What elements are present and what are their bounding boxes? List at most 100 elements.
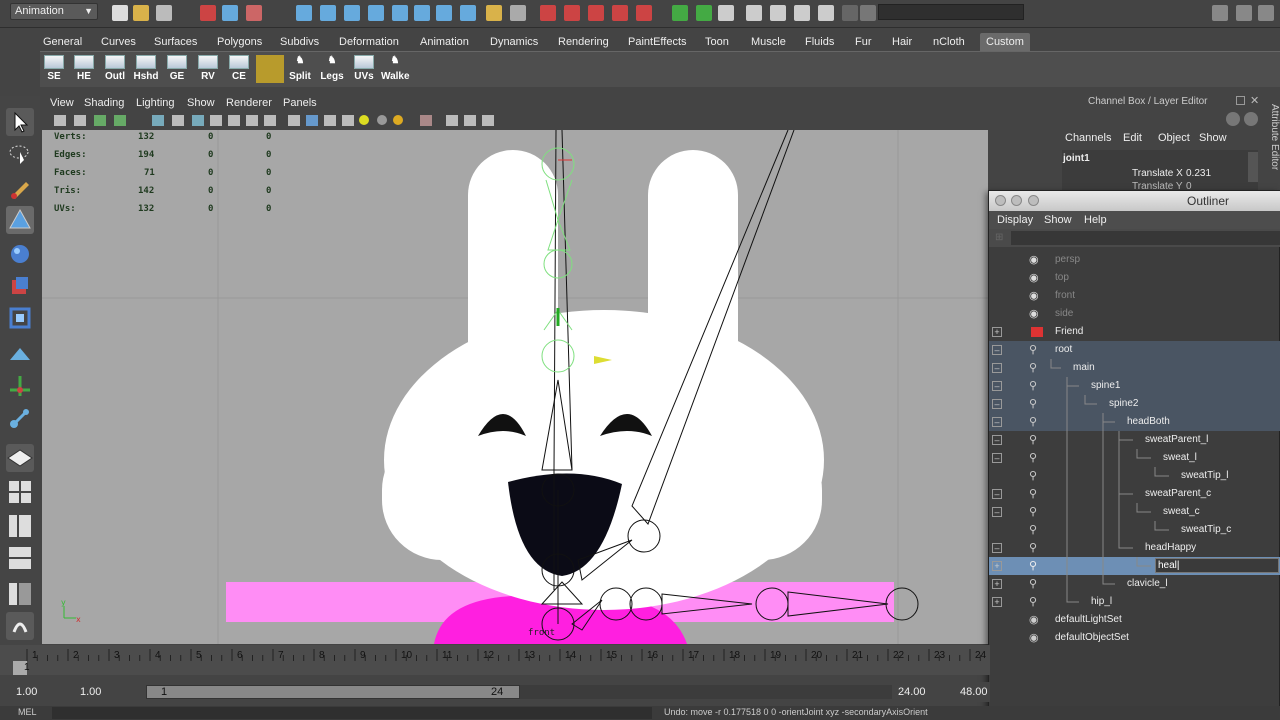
collapse-icon[interactable]: –	[992, 417, 1002, 427]
snap-icon[interactable]	[414, 5, 430, 21]
window-zoom-button[interactable]	[1028, 195, 1039, 206]
outliner-item-spine2[interactable]: – ⚲ spine2	[989, 395, 1280, 413]
tab-dynamics[interactable]: Dynamics	[490, 33, 538, 51]
tab-custom[interactable]: Custom	[980, 33, 1030, 51]
outliner-item-top[interactable]: ◉ top	[989, 269, 1280, 287]
outliner-item-headboth[interactable]: – ⚲ headBoth	[989, 413, 1280, 431]
outliner-item-hip-l[interactable]: + ⚲ hip_l	[989, 593, 1280, 611]
history-icon[interactable]	[436, 5, 452, 21]
expand-icon[interactable]: +	[992, 597, 1002, 607]
shelf-button-split[interactable]: ♞ Split	[286, 55, 314, 86]
quick-input-field[interactable]	[878, 4, 1024, 20]
collapse-icon[interactable]: –	[992, 543, 1002, 553]
animation-start-field[interactable]: 1.00	[16, 686, 37, 698]
tab-muscle[interactable]: Muscle	[751, 33, 786, 51]
mode-selector[interactable]: Animation ▼	[10, 3, 98, 20]
outliner-item-sweat-l[interactable]: – ⚲ sweat_l	[989, 449, 1280, 467]
channelbox-menu-object[interactable]: Object	[1158, 132, 1190, 144]
universal-manip-icon[interactable]	[6, 304, 34, 332]
tab-painteffects[interactable]: PaintEffects	[628, 33, 687, 51]
viewport-menu-panels[interactable]: Panels	[283, 97, 317, 109]
collapse-icon[interactable]: –	[992, 489, 1002, 499]
command-line-icon[interactable]	[860, 5, 876, 21]
outliner-item-rename[interactable]: + ⚲ heal|	[989, 557, 1280, 575]
soft-mod-icon[interactable]	[6, 340, 34, 368]
window-minimize-button[interactable]	[1011, 195, 1022, 206]
outliner-item-spine1[interactable]: – ⚲ spine1	[989, 377, 1280, 395]
filter-icon[interactable]: ⊞	[995, 232, 1003, 243]
lock-icon[interactable]	[486, 5, 502, 21]
panel-layout-icon[interactable]	[1212, 5, 1228, 21]
range-slider[interactable]: 1 24	[146, 685, 520, 699]
scene-canvas[interactable]: x y	[42, 130, 988, 644]
panel-layout3-icon[interactable]	[1258, 5, 1274, 21]
panel-layout2-icon[interactable]	[1236, 5, 1252, 21]
outliner-item-root[interactable]: – ⚲ root	[989, 341, 1280, 359]
render-icon[interactable]	[540, 5, 556, 21]
show-manip-icon[interactable]	[6, 372, 34, 400]
collapse-icon[interactable]: –	[992, 381, 1002, 391]
shelf-button-rv[interactable]: RV	[194, 55, 222, 86]
tab-ncloth[interactable]: nCloth	[933, 33, 965, 51]
snap-curve-icon[interactable]	[320, 5, 336, 21]
outliner-item-side[interactable]: ◉ side	[989, 305, 1280, 323]
outliner-item-defaultlightset[interactable]: ◉ defaultLightSet	[989, 611, 1280, 629]
outliner-item-clavicle-l[interactable]: + ⚲ clavicle_l	[989, 575, 1280, 593]
shelf-button-legs[interactable]: ♞ Legs	[318, 55, 346, 86]
outliner-item-sweatparent-l[interactable]: – ⚲ sweatParent_l	[989, 431, 1280, 449]
persp-graph-layout-icon[interactable]	[6, 544, 34, 572]
outliner-filter-field[interactable]	[1011, 231, 1280, 245]
collapse-icon[interactable]: –	[992, 345, 1002, 355]
shelf-button-se[interactable]: SE	[40, 55, 68, 86]
collapse-icon[interactable]: –	[992, 453, 1002, 463]
attribute-editor-side-tab[interactable]: Attribute Editor	[1264, 104, 1280, 184]
collapse-icon[interactable]: –	[992, 399, 1002, 409]
four-view-layout-icon[interactable]	[6, 478, 34, 506]
snap-grid-icon[interactable]	[296, 5, 312, 21]
lasso-tool-icon[interactable]	[6, 140, 34, 168]
attribute-editor-toggle-icon[interactable]	[794, 5, 810, 21]
tab-curves[interactable]: Curves	[101, 33, 136, 51]
expand-icon[interactable]: +	[992, 561, 1002, 571]
snap-surface-icon[interactable]	[392, 5, 408, 21]
single-view-layout-icon[interactable]	[6, 444, 34, 472]
outliner-item-friend[interactable]: + Friend	[989, 323, 1280, 341]
channelbox-menu-show[interactable]: Show	[1199, 132, 1227, 144]
outliner-item-defaultobjectset[interactable]: ◉ defaultObjectSet	[989, 629, 1280, 647]
tab-subdivs[interactable]: Subdivs	[280, 33, 319, 51]
collapse-icon[interactable]: –	[992, 363, 1002, 373]
save-scene-icon[interactable]	[156, 5, 172, 21]
shelf-button-hshd[interactable]: Hshd	[132, 55, 160, 86]
tab-fur[interactable]: Fur	[855, 33, 872, 51]
help-icon[interactable]	[460, 5, 476, 21]
ui-toggle-icon[interactable]	[672, 5, 688, 21]
outliner-item-front[interactable]: ◉ front	[989, 287, 1280, 305]
outliner-item-headhappy[interactable]: – ⚲ headHappy	[989, 539, 1280, 557]
select-hierarchy-icon[interactable]	[200, 5, 216, 21]
outliner-item-sweattip-l[interactable]: ⚲ sweatTip_l	[989, 467, 1280, 485]
viewport-menu-shading[interactable]: Shading	[84, 97, 124, 109]
rotate-tool-icon[interactable]	[6, 240, 34, 268]
collapse-icon[interactable]: –	[992, 507, 1002, 517]
move-tool-icon[interactable]	[6, 206, 34, 234]
render-view-icon[interactable]	[636, 5, 652, 21]
select-tool-icon[interactable]	[6, 108, 34, 136]
channelbox-menu-edit[interactable]: Edit	[1123, 132, 1142, 144]
scrollbar[interactable]	[1248, 152, 1258, 182]
tab-hair[interactable]: Hair	[892, 33, 912, 51]
command-input[interactable]	[52, 707, 652, 719]
viewport-menu-view[interactable]: View	[50, 97, 74, 109]
snap-point-icon[interactable]	[344, 5, 360, 21]
quick-select-icon[interactable]	[842, 5, 858, 21]
settings-gear-icon[interactable]	[6, 612, 34, 640]
shelf-button-uv-icon[interactable]	[256, 55, 284, 83]
tab-polygons[interactable]: Polygons	[217, 33, 262, 51]
open-scene-icon[interactable]	[133, 5, 149, 21]
select-object-icon[interactable]	[222, 5, 238, 21]
command-language-label[interactable]: MEL	[18, 707, 37, 717]
tab-surfaces[interactable]: Surfaces	[154, 33, 197, 51]
expand-icon[interactable]: +	[992, 327, 1002, 337]
viewport-front[interactable]: x y Verts: 132 0 0 Edges: 194 0 0 Faces:…	[42, 130, 988, 644]
tool-settings-toggle-icon[interactable]	[770, 5, 786, 21]
outliner-menu-show[interactable]: Show	[1044, 214, 1072, 226]
